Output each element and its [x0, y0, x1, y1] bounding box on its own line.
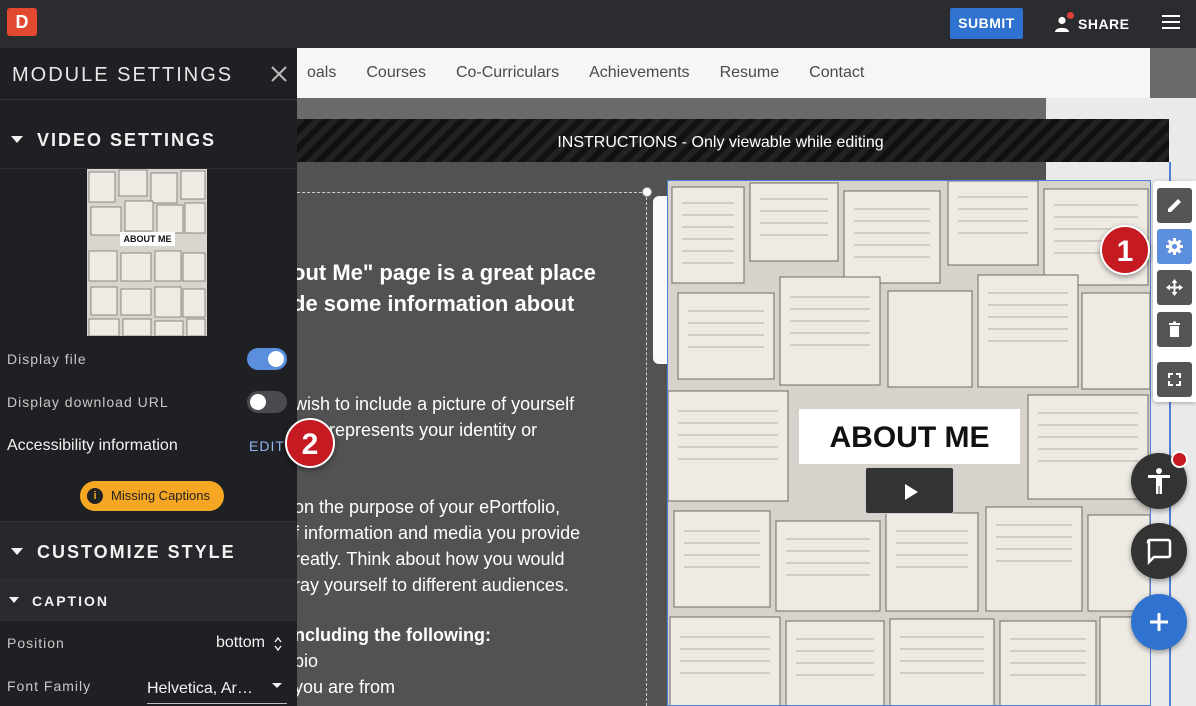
text-module-toolbar[interactable]: [653, 196, 667, 364]
settings-header: MODULE SETTINGS: [0, 48, 297, 100]
paragraph-line: wish to include a picture of yourself: [297, 394, 575, 414]
collapse-caret-icon: [9, 597, 19, 603]
module-settings-panel: MODULE SETTINGS VIDEO SETTINGS ABOUT ME: [0, 48, 297, 706]
share-button[interactable]: SHARE: [1054, 12, 1130, 36]
callout-badge-1: 1: [1100, 225, 1150, 275]
paragraph-line: that represents your identity or: [297, 420, 538, 440]
position-value: bottom: [216, 634, 265, 651]
customize-style-section-header[interactable]: CUSTOMIZE STYLE: [0, 521, 297, 580]
edit-accessibility-link[interactable]: EDIT: [249, 438, 285, 454]
move-module-button[interactable]: [1157, 270, 1192, 305]
resize-handle[interactable]: [642, 187, 652, 197]
paragraph-purpose: on the purpose of your ePortfolio, f inf…: [297, 494, 634, 598]
video-thumbnail[interactable]: ABOUT ME: [87, 169, 207, 336]
list-item: you are from: [297, 677, 396, 697]
nav-item-goals[interactable]: oals: [307, 64, 336, 82]
info-icon: i: [87, 488, 103, 504]
thumbnail-title: ABOUT ME: [120, 232, 175, 246]
nav-item-achievements[interactable]: Achievements: [589, 64, 690, 82]
plus-icon: [1150, 613, 1168, 631]
list-heading: ncluding the following:: [297, 625, 491, 645]
move-arrows-icon: [1166, 279, 1183, 296]
display-download-url-label: Display download URL: [7, 394, 169, 410]
site-navigation: oals Courses Co-Curriculars Achievements…: [297, 48, 1150, 98]
accessibility-information-label: Accessibility information: [7, 437, 178, 454]
position-label: Position: [7, 635, 65, 651]
paragraph-line: f information and media you provide: [297, 523, 581, 543]
accessibility-icon: [1148, 468, 1170, 494]
close-icon[interactable]: [269, 64, 289, 84]
caption-title: CAPTION: [32, 593, 109, 609]
video-settings-section-header[interactable]: VIDEO SETTINGS: [0, 110, 297, 169]
display-file-label: Display file: [7, 351, 87, 367]
video-settings-title: VIDEO SETTINGS: [37, 130, 217, 150]
font-family-label: Font Family: [7, 678, 92, 694]
fullscreen-button[interactable]: [1157, 362, 1192, 397]
paragraph-line: ray yourself to different audiences.: [297, 575, 569, 595]
paragraph-picture: wish to include a picture of yourself th…: [297, 391, 634, 469]
callout-badge-2: 2: [285, 418, 335, 468]
font-family-select[interactable]: Helvetica, Ar…: [147, 674, 287, 704]
app-logo[interactable]: D: [7, 8, 37, 36]
nav-item-contact[interactable]: Contact: [809, 64, 864, 82]
chat-bubble-icon: [1146, 538, 1172, 565]
list-item: bio: [297, 651, 319, 671]
add-button[interactable]: [1131, 594, 1187, 650]
customize-style-title: CUSTOMIZE STYLE: [37, 542, 236, 562]
play-button[interactable]: [865, 467, 954, 514]
share-label: SHARE: [1078, 16, 1130, 32]
hamburger-menu-icon[interactable]: [1162, 15, 1180, 31]
nav-item-resume[interactable]: Resume: [720, 64, 780, 82]
heading-line: out Me" page is a great place: [297, 260, 596, 285]
caption-section-header[interactable]: CAPTION: [0, 580, 297, 621]
up-down-arrows-icon: [274, 637, 282, 651]
display-download-url-toggle[interactable]: [247, 391, 287, 413]
module-settings-button[interactable]: [1157, 229, 1192, 264]
notification-dot: [1067, 12, 1074, 19]
accessibility-alert-dot: [1171, 451, 1188, 468]
dropdown-arrow-icon: [272, 683, 282, 688]
missing-captions-badge[interactable]: i Missing Captions: [80, 481, 224, 511]
chat-button[interactable]: [1131, 523, 1187, 579]
submit-button[interactable]: SUBMIT: [950, 8, 1023, 39]
missing-captions-label: Missing Captions: [111, 488, 210, 503]
toggle-knob: [250, 394, 266, 410]
intro-heading: out Me" page is a great place de some in…: [297, 257, 622, 350]
heading-line: .: [297, 319, 622, 350]
module-toolbar: [1153, 181, 1196, 402]
collapse-caret-icon: [11, 548, 23, 555]
edit-module-button[interactable]: [1157, 188, 1192, 223]
toggle-knob: [268, 351, 284, 367]
font-family-value: Helvetica, Ar…: [147, 680, 253, 697]
expand-icon: [1168, 373, 1181, 386]
video-title-card: ABOUT ME: [799, 409, 1020, 464]
paragraph-list: ncluding the following: bio you are from: [297, 622, 634, 700]
display-file-toggle[interactable]: [247, 348, 287, 370]
settings-title: MODULE SETTINGS: [12, 64, 234, 86]
video-module[interactable]: ABOUT ME: [667, 180, 1151, 706]
books-thumbnail-image: [88, 169, 206, 336]
delete-module-button[interactable]: [1157, 312, 1192, 347]
gear-icon: [1166, 238, 1183, 255]
paragraph-line: d.": [297, 443, 634, 469]
collapse-caret-icon: [11, 136, 23, 143]
position-select[interactable]: bottom: [216, 634, 288, 654]
top-bar: D SUBMIT SHARE: [0, 0, 1196, 48]
heading-line: de some information about: [297, 291, 575, 316]
instructions-banner: INSTRUCTIONS - Only viewable while editi…: [272, 119, 1169, 162]
text-module[interactable]: out Me" page is a great place de some in…: [297, 192, 647, 706]
play-icon: [905, 484, 918, 500]
paragraph-line: on the purpose of your ePortfolio,: [297, 497, 561, 517]
trash-icon: [1169, 321, 1180, 337]
pencil-icon: [1168, 199, 1181, 212]
nav-item-courses[interactable]: Courses: [366, 64, 426, 82]
paragraph-line: reatly. Think about how you would: [297, 549, 565, 569]
nav-item-co-curriculars[interactable]: Co-Curriculars: [456, 64, 559, 82]
